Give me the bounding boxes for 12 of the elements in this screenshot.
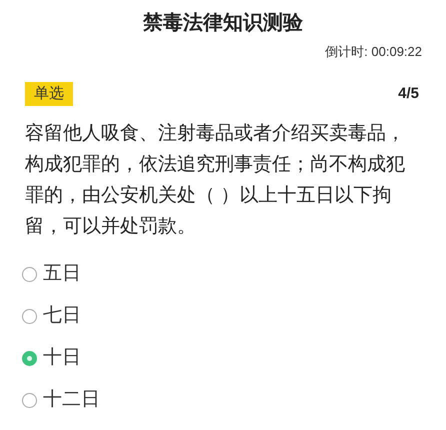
answer-option[interactable]: 十日 [22,344,424,372]
answer-option[interactable]: 五日 [22,260,424,288]
radio-selected-icon [22,350,37,366]
radio-icon [22,392,37,408]
radio-icon [22,266,37,282]
answer-option[interactable]: 十二日 [22,386,424,414]
question-text: 容留他人吸食、注射毒品或者介绍买卖毒品，构成犯罪的，依法追究刑事责任；尚不构成犯罪的，由公安机关处（ ）以上十五日以下拘留，可以并处罚款。 [24,122,406,239]
radio-icon [22,308,37,324]
answer-option[interactable]: 七日 [22,302,424,330]
question-type-badge: 单选 [25,82,73,106]
page-title: 禁毒法律知识测验 [142,11,304,36]
countdown-timer: 倒计时: 00:09:22 [325,43,422,61]
